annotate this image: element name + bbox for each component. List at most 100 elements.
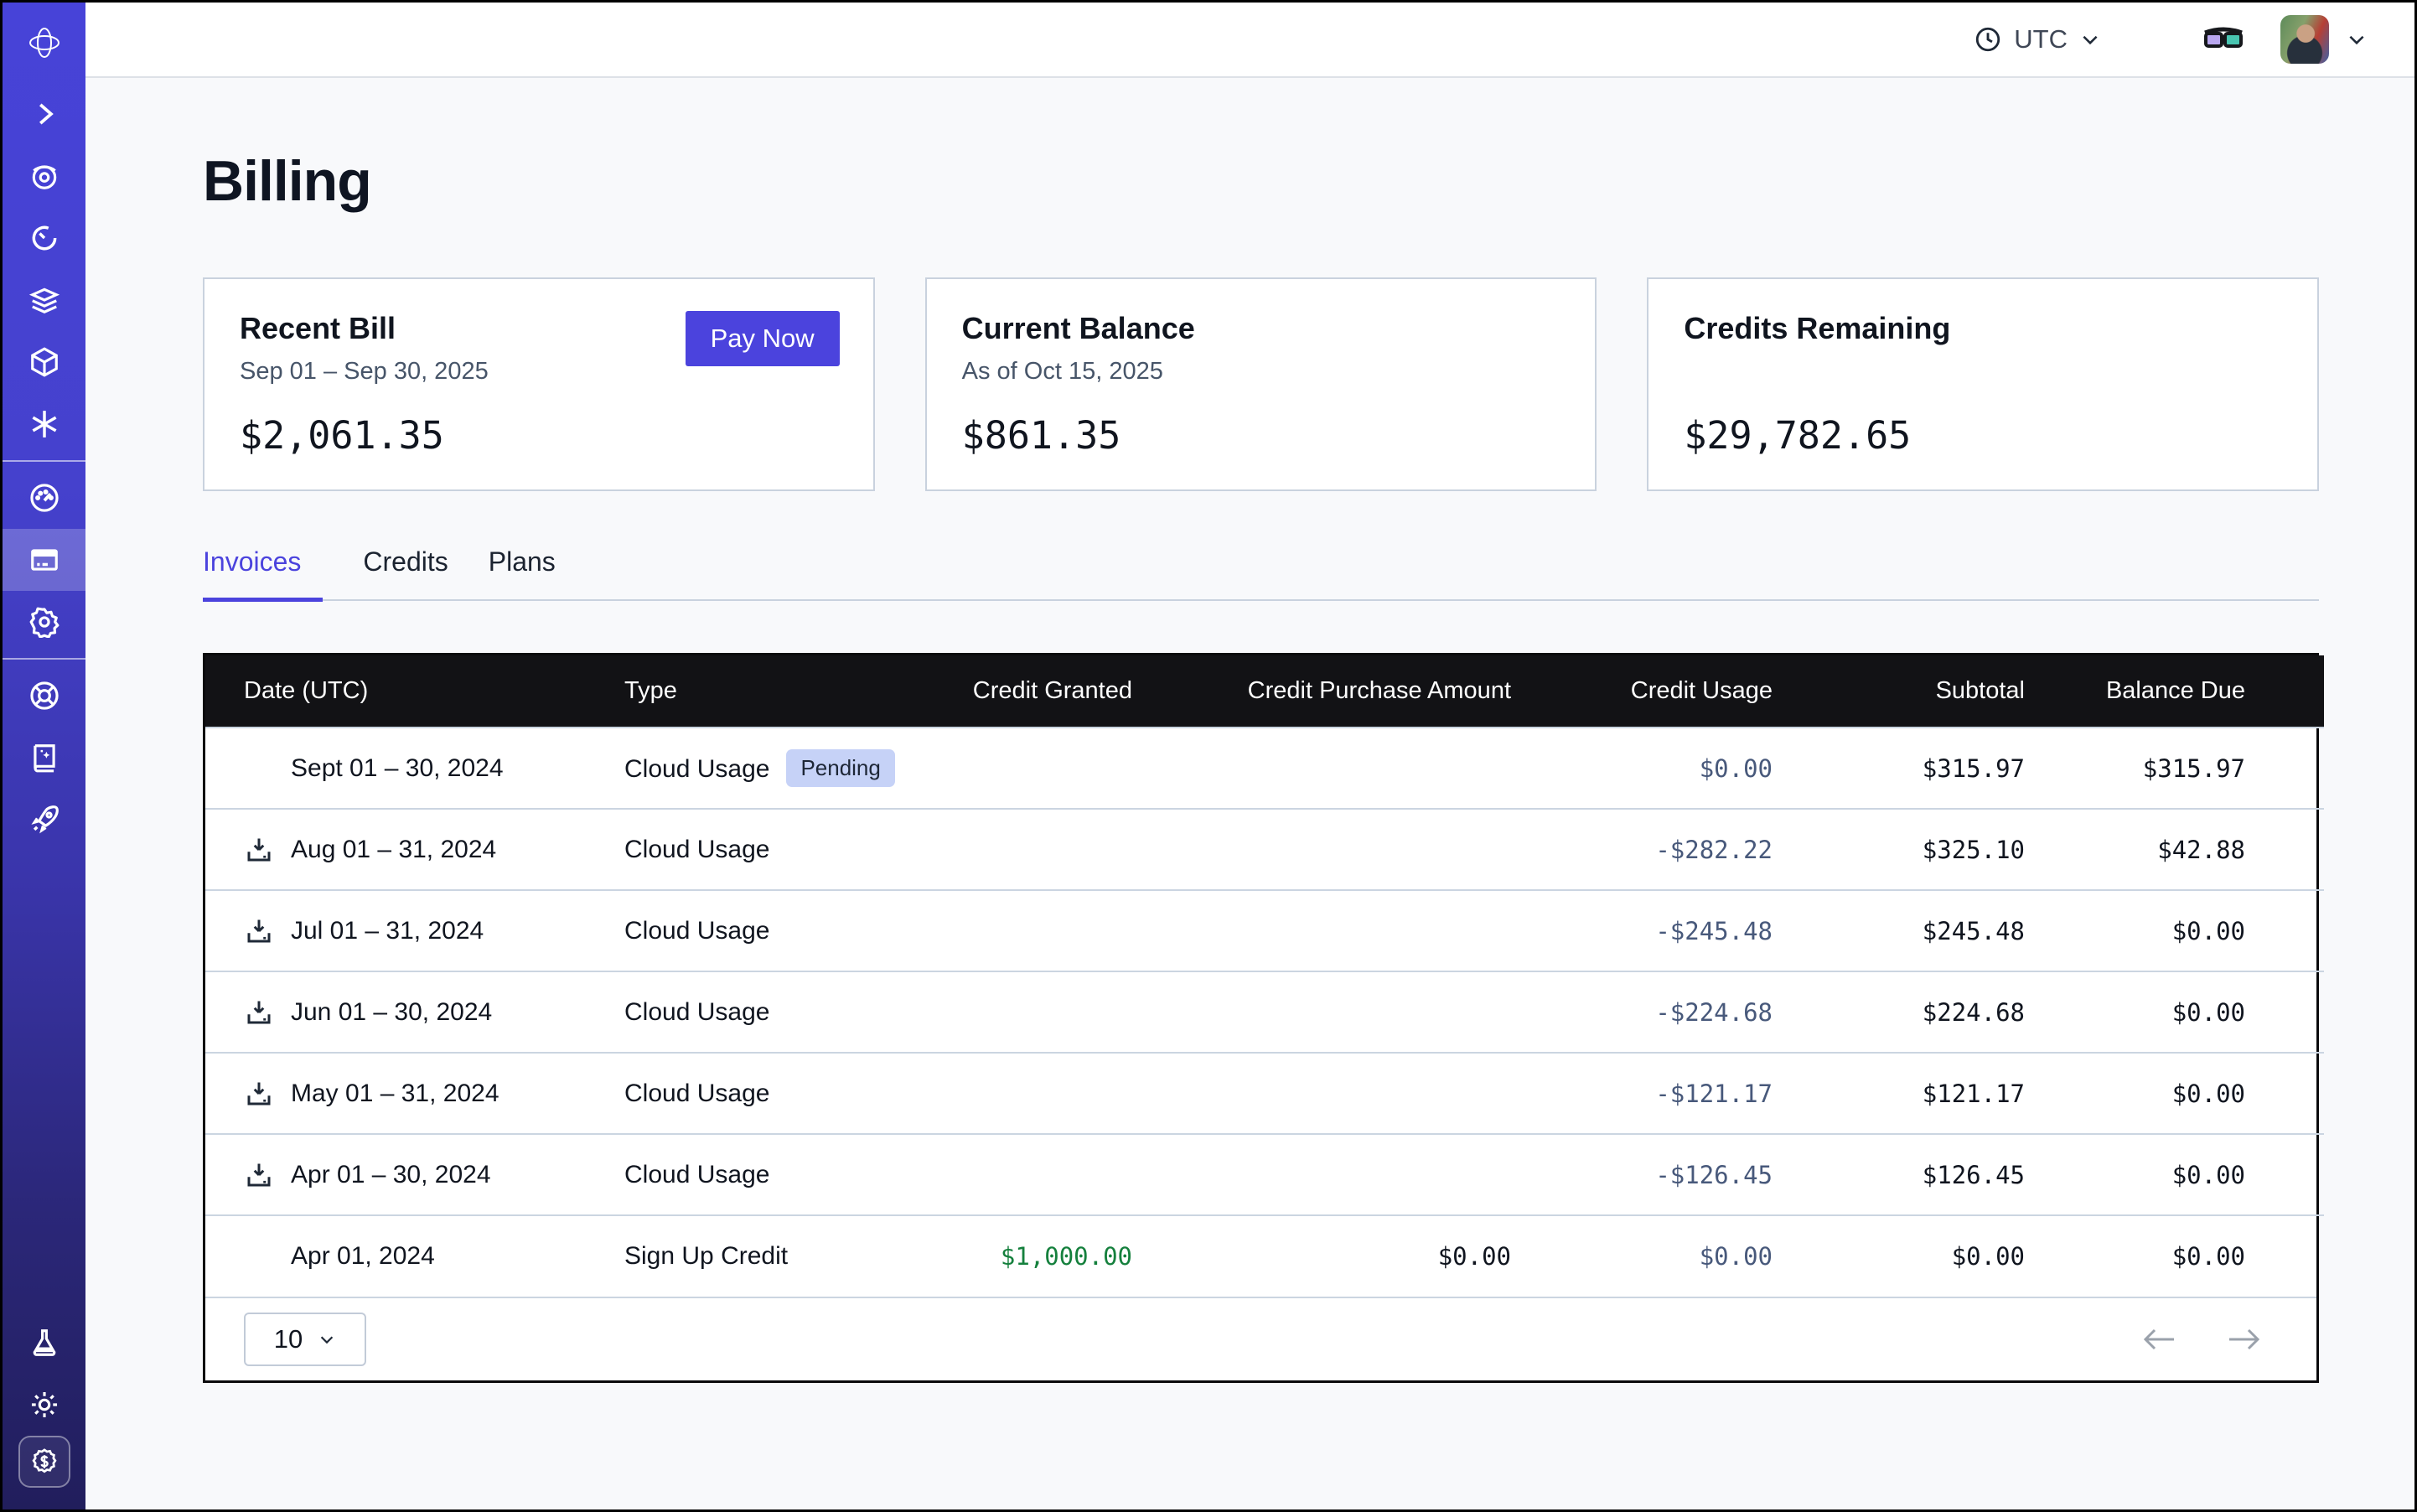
card-title: Credits Remaining	[1684, 311, 2282, 346]
credit-granted	[926, 890, 1132, 971]
settings-gear-icon[interactable]	[3, 591, 85, 653]
tab-invoices[interactable]: Invoices	[203, 546, 323, 602]
launch-rocket-icon[interactable]	[3, 789, 85, 851]
main-area: UTC Billing Recent Bill Sep 01 – Sep 30,…	[85, 3, 2414, 1509]
page-size-select[interactable]: 10	[244, 1313, 366, 1366]
invoice-row: Sept 01 – 30, 2024 Cloud UsagePending $0…	[205, 728, 2324, 809]
invoices-table: Date (UTC) Type Credit Granted Credit Pu…	[205, 655, 2324, 1297]
credit-usage: -$282.22	[1511, 809, 1773, 890]
pay-now-button[interactable]: Pay Now	[686, 311, 840, 366]
credit-usage: $0.00	[1511, 728, 1773, 809]
credit-purchase	[1132, 971, 1511, 1053]
col-credit-granted: Credit Granted	[926, 655, 1132, 728]
invoice-row: Apr 01 – 30, 2024 Cloud Usage -$126.45 $…	[205, 1134, 2324, 1215]
container-cube-icon[interactable]	[3, 331, 85, 393]
glasses-icon[interactable]	[2202, 23, 2245, 56]
invoice-type: Cloud Usage	[624, 809, 926, 890]
download-invoice-button[interactable]	[242, 1077, 276, 1111]
support-lifebuoy-icon[interactable]	[3, 665, 85, 727]
table-footer: 10	[205, 1297, 2316, 1380]
invoice-date: Aug 01 – 31, 2024	[291, 836, 496, 864]
recent-bill-card: Recent Bill Sep 01 – Sep 30, 2025 $2,061…	[203, 277, 875, 491]
sidebar	[3, 3, 85, 1509]
tab-credits[interactable]: Credits	[363, 546, 448, 602]
usage-gauge-icon[interactable]	[3, 467, 85, 529]
balance-due: $0.00	[2025, 971, 2324, 1053]
credit-granted: $1,000.00	[926, 1215, 1132, 1297]
observability-spiral-eye-icon[interactable]	[3, 145, 85, 207]
download-icon	[244, 916, 274, 946]
invoice-row: Jul 01 – 31, 2024 Cloud Usage -$245.48 $…	[205, 890, 2324, 971]
dollar-badge-icon	[29, 1447, 60, 1477]
invoice-type: Cloud Usage	[624, 1053, 926, 1134]
credits-badge-button[interactable]	[18, 1436, 70, 1488]
download-invoice-button[interactable]	[242, 833, 276, 867]
subtotal: $0.00	[1773, 1215, 2025, 1297]
recent-bill-amount: $2,061.35	[240, 413, 838, 458]
credit-granted	[926, 1053, 1132, 1134]
col-credit-usage: Credit Usage	[1511, 655, 1773, 728]
card-subtitle-empty	[1684, 358, 2282, 388]
invoice-date: Apr 01 – 30, 2024	[291, 1161, 491, 1189]
summary-cards: Recent Bill Sep 01 – Sep 30, 2025 $2,061…	[203, 277, 2319, 491]
download-icon	[244, 1079, 274, 1109]
sidebar-item-billing[interactable]	[3, 529, 85, 591]
page-title: Billing	[203, 148, 2319, 214]
subtotal: $315.97	[1773, 728, 2025, 809]
credit-purchase	[1132, 1134, 1511, 1215]
invoice-type: Cloud Usage	[624, 890, 926, 971]
credit-granted	[926, 809, 1132, 890]
subtotal: $224.68	[1773, 971, 2025, 1053]
functions-asterisk-icon[interactable]	[3, 393, 85, 455]
timezone-selector[interactable]: UTC	[1974, 24, 2101, 54]
tab-plans[interactable]: Plans	[489, 546, 556, 602]
credit-granted	[926, 971, 1132, 1053]
invoice-date: Jul 01 – 31, 2024	[291, 917, 484, 945]
labs-flask-icon[interactable]	[3, 1312, 85, 1374]
subtotal: $121.17	[1773, 1053, 2025, 1134]
balance-due: $42.88	[2025, 809, 2324, 890]
invoice-row: May 01 – 31, 2024 Cloud Usage -$121.17 $…	[205, 1053, 2324, 1134]
subtotal: $245.48	[1773, 890, 2025, 971]
theme-sun-icon[interactable]	[3, 1374, 85, 1436]
billing-tabs: Invoices Credits Plans	[203, 546, 2319, 601]
app-logo-icon[interactable]	[3, 3, 85, 83]
download-invoice-button[interactable]	[242, 1158, 276, 1192]
download-invoice-button[interactable]	[242, 914, 276, 948]
download-invoice-button[interactable]	[242, 996, 276, 1029]
col-balance-due: Balance Due	[2025, 655, 2324, 728]
credit-usage: $0.00	[1511, 1215, 1773, 1297]
timer-icon[interactable]	[3, 207, 85, 269]
sidebar-divider	[3, 460, 85, 462]
invoice-date: Sept 01 – 30, 2024	[291, 754, 504, 783]
credit-purchase	[1132, 809, 1511, 890]
timezone-label: UTC	[2014, 24, 2068, 54]
credit-purchase	[1132, 1053, 1511, 1134]
user-avatar[interactable]	[2280, 15, 2329, 64]
credits-remaining-card: Credits Remaining $29,782.65	[1647, 277, 2319, 491]
credit-purchase: $0.00	[1132, 1215, 1511, 1297]
previous-page-arrow-icon[interactable]	[2140, 1325, 2177, 1354]
col-subtotal: Subtotal	[1773, 655, 2025, 728]
invoices-table-container: Date (UTC) Type Credit Granted Credit Pu…	[203, 653, 2319, 1383]
credit-purchase	[1132, 728, 1511, 809]
balance-due: $0.00	[2025, 1053, 2324, 1134]
credit-purchase	[1132, 890, 1511, 971]
layers-icon[interactable]	[3, 269, 85, 331]
account-chevron-down-icon[interactable]	[2346, 28, 2368, 50]
next-page-arrow-icon[interactable]	[2226, 1325, 2263, 1354]
invoice-row: Aug 01 – 31, 2024 Cloud Usage -$282.22 $…	[205, 809, 2324, 890]
page-size-value: 10	[274, 1324, 303, 1354]
invoice-type: Sign Up Credit	[624, 1215, 926, 1297]
pending-badge: Pending	[786, 749, 894, 787]
download-icon	[244, 1160, 274, 1190]
docs-book-sparkle-icon[interactable]	[3, 727, 85, 789]
current-balance-amount: $861.35	[962, 413, 1560, 458]
col-credit-purchase-amount: Credit Purchase Amount	[1132, 655, 1511, 728]
expand-sidebar-chevron-right-icon[interactable]	[3, 83, 85, 145]
download-icon	[244, 835, 274, 865]
balance-due: $0.00	[2025, 1134, 2324, 1215]
balance-due: $0.00	[2025, 1215, 2324, 1297]
balance-as-of: As of Oct 15, 2025	[962, 358, 1560, 388]
invoice-date: Jun 01 – 30, 2024	[291, 998, 492, 1027]
